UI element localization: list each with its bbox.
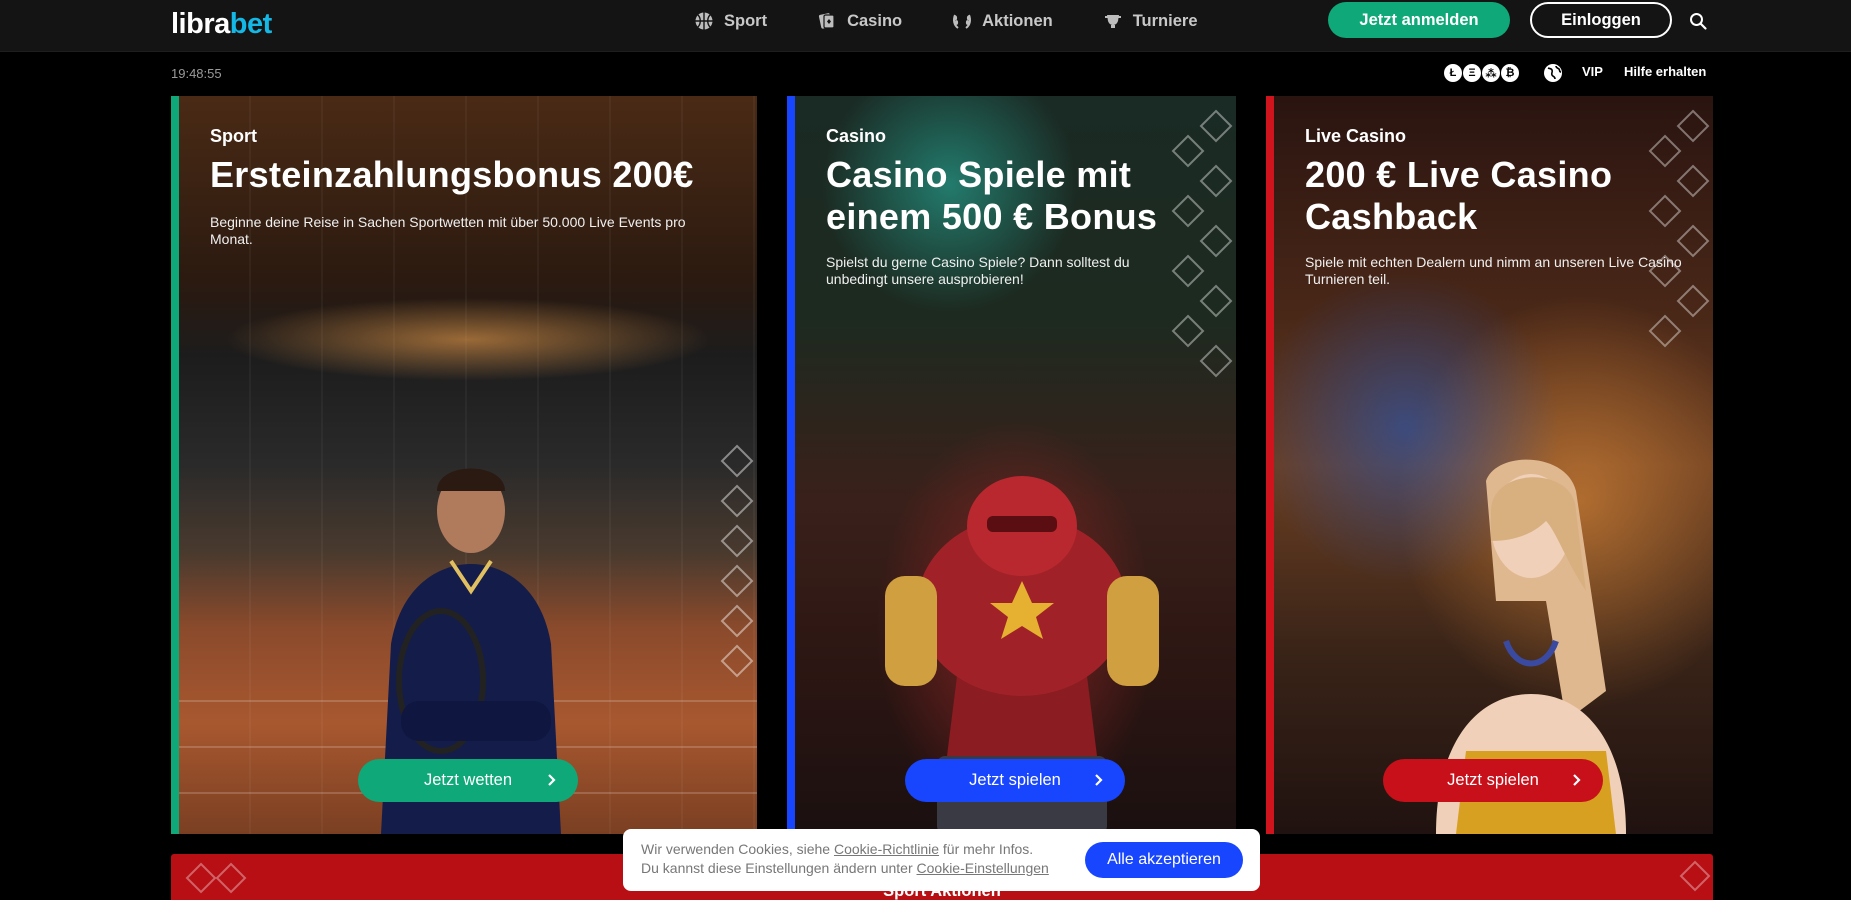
cookie-text-line: Du kannst diese Einstellungen ändern unt… bbox=[641, 860, 1049, 876]
diamond-pattern-decoration bbox=[1648, 109, 1710, 348]
vip-link[interactable]: VIP bbox=[1582, 64, 1603, 79]
promo-card-casino[interactable]: Casino Casino Spiele mit einem 500 € Bon… bbox=[787, 96, 1236, 834]
cookie-text: für mehr Infos. bbox=[939, 841, 1034, 857]
play-now-button[interactable]: Jetzt spielen bbox=[1383, 759, 1603, 802]
nav-label: Aktionen bbox=[982, 11, 1053, 30]
cookie-consent-banner: Wir verwenden Cookies, siehe Cookie-Rich… bbox=[623, 829, 1260, 891]
card-title: Ersteinzahlungsbonus 200€ bbox=[210, 154, 694, 195]
accept-all-cookies-button[interactable]: Alle akzeptieren bbox=[1085, 842, 1243, 878]
nav-label: Casino bbox=[847, 11, 903, 30]
play-now-button[interactable]: Jetzt spielen bbox=[905, 759, 1125, 802]
card-accent-bar bbox=[1266, 96, 1274, 834]
top-navigation: librabet Sport Casino Aktionen Turniere … bbox=[0, 0, 1851, 52]
laurel-icon bbox=[953, 14, 972, 29]
chevron-right-icon bbox=[1095, 774, 1103, 786]
card-kicker: Live Casino bbox=[1305, 126, 1407, 146]
logo-text: libra bbox=[171, 8, 230, 40]
card-title: Casino Spiele mit einem 500 € Bonus bbox=[826, 154, 1157, 238]
help-link[interactable]: Hilfe erhalten bbox=[1624, 64, 1706, 79]
crypto-currencies: Ł Ξ ⁂ ₿ bbox=[1443, 63, 1520, 83]
card-description: Spiele mit echten Dealern und nimm an un… bbox=[1305, 254, 1682, 287]
chevron-right-icon bbox=[1573, 774, 1581, 786]
cta-label: Jetzt wetten bbox=[423, 771, 513, 789]
card-kicker: Casino bbox=[826, 126, 887, 146]
card-accent-bar bbox=[787, 96, 795, 834]
card-title-line: Cashback bbox=[1305, 196, 1478, 237]
main-nav: Sport Casino Aktionen Turniere bbox=[694, 0, 1248, 42]
nav-item-casino[interactable]: Casino bbox=[817, 11, 902, 31]
nav-label: Sport bbox=[724, 11, 768, 30]
ethereum-icon: Ξ bbox=[1462, 63, 1482, 83]
globe-icon[interactable] bbox=[1542, 62, 1564, 84]
cookie-settings-link[interactable]: Cookie-Einstellungen bbox=[917, 860, 1049, 876]
card-title-line: Casino Spiele mit bbox=[826, 154, 1132, 195]
card-description: Spielst du gerne Casino Spiele? Dann sol… bbox=[826, 254, 1130, 287]
server-clock: 19:48:55 bbox=[171, 66, 222, 81]
trophy-icon bbox=[1104, 15, 1121, 28]
card-accent-bar bbox=[171, 96, 179, 834]
cookie-text-line: Wir verwenden Cookies, siehe Cookie-Rich… bbox=[641, 841, 1033, 857]
login-button[interactable]: Einloggen bbox=[1530, 2, 1672, 38]
cookie-text: Wir verwenden Cookies, siehe bbox=[641, 841, 834, 857]
bitcoin-icon: ₿ bbox=[1500, 63, 1520, 83]
promo-card-sport[interactable]: Sport Ersteinzahlungsbonus 200€ Beginne … bbox=[171, 96, 757, 834]
cards-icon bbox=[819, 13, 835, 29]
card-title: 200 € Live Casino Cashback bbox=[1305, 154, 1612, 238]
card-kicker: Sport bbox=[210, 126, 257, 146]
nav-item-sport[interactable]: Sport bbox=[694, 11, 767, 31]
cookie-policy-link[interactable]: Cookie-Richtlinie bbox=[834, 841, 939, 857]
cookie-text: Du kannst diese Einstellungen ändern unt… bbox=[641, 860, 917, 876]
diamond-pattern-decoration bbox=[720, 444, 754, 678]
search-icon[interactable] bbox=[1688, 11, 1708, 31]
logo-accent-text: bet bbox=[229, 8, 273, 40]
librabet-logo[interactable]: librabet bbox=[171, 8, 272, 41]
cta-label: Jetzt spielen bbox=[969, 771, 1061, 789]
basketball-icon bbox=[695, 12, 713, 30]
promo-card-live-casino[interactable]: Live Casino 200 € Live Casino Cashback S… bbox=[1266, 96, 1713, 834]
litecoin-icon: Ł bbox=[1443, 63, 1463, 83]
bet-now-button[interactable]: Jetzt wetten bbox=[358, 759, 578, 802]
nav-item-aktionen[interactable]: Aktionen bbox=[952, 11, 1053, 31]
card-title-line: einem 500 € Bonus bbox=[826, 196, 1158, 237]
nav-label: Turniere bbox=[1132, 11, 1198, 30]
ripple-icon: ⁂ bbox=[1481, 63, 1501, 83]
nav-item-turniere[interactable]: Turniere bbox=[1103, 11, 1198, 31]
cta-label: Jetzt spielen bbox=[1447, 771, 1539, 789]
diamond-pattern-decoration bbox=[1171, 109, 1233, 378]
card-description: Beginne deine Reise in Sachen Sportwette… bbox=[210, 214, 686, 247]
card-title-line: 200 € Live Casino bbox=[1305, 154, 1613, 195]
chevron-right-icon bbox=[548, 774, 556, 786]
register-button[interactable]: Jetzt anmelden bbox=[1328, 2, 1510, 38]
